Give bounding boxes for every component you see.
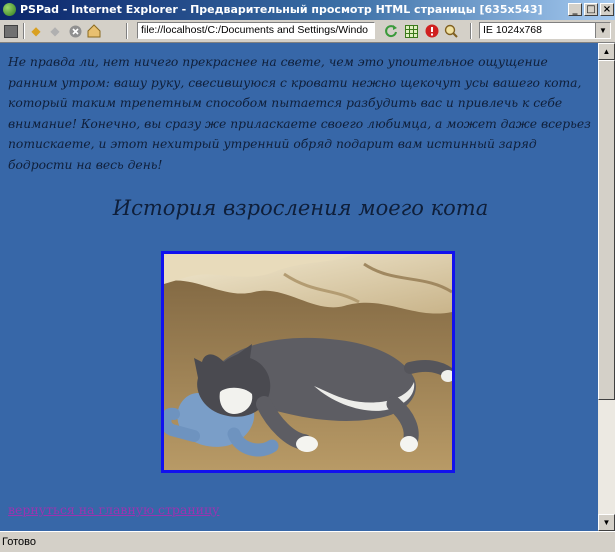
back-to-home-link[interactable]: вернуться на главную страницу [8,502,219,517]
pspad-app-icon [3,3,16,16]
search-icon[interactable] [443,23,459,39]
toolbar-separator [126,23,128,39]
address-field[interactable]: file://localhost/C:/Documents and Settin… [137,22,375,39]
scroll-up-icon[interactable]: ▲ [598,43,615,60]
cat-photo [161,251,455,473]
refresh-icon[interactable] [383,23,399,39]
back-arrow-icon[interactable]: ◆ [28,23,44,39]
minimize-button[interactable]: _ [568,3,582,16]
title-bar: PSPad - Internet Explorer - Предваритель… [0,0,615,20]
stop-icon[interactable] [67,23,83,39]
forward-arrow-icon[interactable]: ◆ [47,23,63,39]
menu-icon[interactable] [3,23,19,39]
close-button[interactable]: × [600,3,614,16]
resolution-select[interactable]: IE 1024x768 ▼ [479,22,611,39]
window-title: PSPad - Internet Explorer - Предваритель… [20,3,543,16]
page-content: Не правда ли, нет ничего прекраснее на с… [0,43,598,225]
status-bar: Готово [0,531,615,552]
vertical-scrollbar[interactable]: ▲ ▼ [598,43,615,531]
alert-icon[interactable] [424,23,440,39]
intro-paragraph: Не правда ли, нет ничего прекраснее на с… [8,55,591,172]
toolbar-separator [470,23,472,39]
resolution-value: IE 1024x768 [483,24,542,36]
grid-icon[interactable] [403,23,419,39]
scroll-down-icon[interactable]: ▼ [598,514,615,531]
scrollbar-thumb[interactable] [598,60,615,400]
chevron-down-icon[interactable]: ▼ [595,23,610,38]
maximize-button[interactable]: □ [584,3,598,16]
home-icon[interactable] [86,23,102,39]
toolbar-separator [23,23,25,39]
status-text: Готово [2,536,36,548]
browser-toolbar: ◆ ◆ file://localhost/C:/Documents and Se… [0,20,615,43]
page-heading: История взросления моего кота [112,196,489,220]
page-viewport[interactable]: Не правда ли, нет ничего прекраснее на с… [0,43,598,531]
